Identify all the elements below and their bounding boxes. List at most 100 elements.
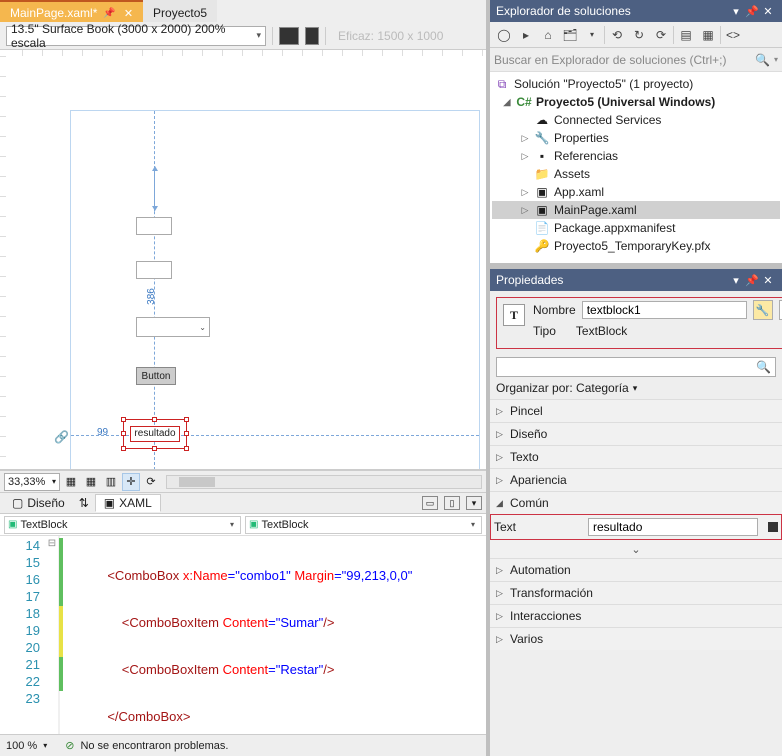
tree-item[interactable]: 🔑Proyecto5_TemporaryKey.pfx [492, 237, 780, 255]
tree-item[interactable]: ▷▣App.xaml [492, 183, 780, 201]
expand-icon[interactable]: ▷ [520, 187, 530, 198]
tab-proyecto5[interactable]: Proyecto5 [143, 0, 217, 22]
artboard[interactable]: ⌄ Button resultado 386 99 [70, 110, 480, 470]
events-button[interactable]: 🔧 [753, 300, 773, 320]
back-icon[interactable]: ◯ [494, 25, 514, 45]
orientation-portrait-button[interactable] [305, 27, 319, 45]
orientation-landscape-button[interactable] [279, 27, 299, 45]
breadcrumb-item[interactable]: ▣ TextBlock ▾ [4, 516, 241, 534]
snap-icon[interactable]: ▥ [102, 473, 120, 491]
snap-lines-icon[interactable]: ✛ [122, 473, 140, 491]
xaml-editor[interactable]: 14151617181920212223 ⊟ <ComboBox x:Name=… [0, 536, 486, 734]
expand-icon[interactable]: ▷ [496, 588, 504, 599]
expand-icon[interactable]: ▷ [496, 475, 504, 486]
chevron-down-icon[interactable]: ▾ [728, 274, 744, 287]
expand-icon[interactable]: ▷ [496, 611, 504, 622]
pane-design-tab[interactable]: ▢ Diseño [4, 495, 73, 511]
combobox[interactable]: ⌄ [136, 317, 210, 337]
code-view-icon[interactable]: <> [723, 25, 743, 45]
solution-tree[interactable]: ⧉ Solución "Proyecto5" (1 proyecto) ◢ C#… [490, 72, 782, 263]
resize-handle[interactable] [121, 417, 126, 422]
breadcrumb-item[interactable]: ▣ TextBlock ▾ [245, 516, 482, 534]
tree-solution[interactable]: ⧉ Solución "Proyecto5" (1 proyecto) [492, 75, 780, 93]
expand-icon[interactable]: ◢ [502, 97, 512, 108]
pin-icon[interactable]: 📌 [103, 8, 115, 19]
grid-icon[interactable]: ▦ [62, 473, 80, 491]
textbox-2[interactable] [136, 261, 172, 279]
refresh-all-icon[interactable]: ⟳ [651, 25, 671, 45]
solution-icon[interactable]: 🗂 [560, 25, 580, 45]
text-input[interactable] [588, 518, 758, 536]
cat-transformacion[interactable]: ▷Transformación [490, 581, 782, 604]
tree-item[interactable]: ▷🔧Properties [492, 129, 780, 147]
close-icon[interactable]: ✕ [760, 5, 776, 18]
grid-icon[interactable]: ▦ [82, 473, 100, 491]
properties-search[interactable]: 🔍 [496, 357, 776, 377]
device-scale-dropdown[interactable]: 13.5" Surface Book (3000 x 2000) 200% es… [6, 26, 266, 46]
expand-icon[interactable]: ▷ [520, 205, 530, 216]
refresh-icon[interactable]: ⟳ [142, 473, 160, 491]
chevron-down-icon[interactable]: ▾ [728, 5, 744, 18]
collapse-pane-button[interactable]: ▾ [466, 496, 482, 510]
tree-item-selected[interactable]: ▷▣MainPage.xaml [492, 201, 780, 219]
expand-more-button[interactable]: ⌄ [490, 540, 782, 558]
expand-icon[interactable]: ▷ [496, 452, 504, 463]
resize-handle[interactable] [121, 431, 126, 436]
cat-texto[interactable]: ▷Texto [490, 445, 782, 468]
expand-icon[interactable]: ▷ [496, 406, 504, 417]
expand-icon[interactable]: ▷ [520, 151, 530, 162]
properties-title[interactable]: Propiedades ▾ 📌 ✕ [490, 269, 782, 291]
pin-icon[interactable]: 📌 [744, 5, 760, 18]
horizontal-scrollbar[interactable] [166, 475, 482, 489]
code-lines[interactable]: <ComboBox x:Name="combo1" Margin="99,213… [60, 536, 412, 734]
cat-pincel[interactable]: ▷Pincel [490, 399, 782, 422]
design-surface[interactable]: ⌄ Button resultado 386 99 🔗 [0, 50, 486, 470]
resize-handle[interactable] [121, 446, 126, 451]
fold-margin[interactable]: ⊟ [46, 536, 60, 734]
close-icon[interactable]: ✕ [124, 7, 133, 20]
textblock-control[interactable]: resultado [130, 426, 180, 442]
show-all-icon[interactable]: ▦ [698, 25, 718, 45]
tree-item[interactable]: ▷▪Referencias [492, 147, 780, 165]
split-horizontal-button[interactable]: ▭ [422, 496, 438, 510]
pane-xaml-tab[interactable]: ▣ XAML [95, 494, 161, 512]
sync-icon[interactable]: ⟲ [607, 25, 627, 45]
tree-item[interactable]: ☁Connected Services [492, 111, 780, 129]
property-marker[interactable] [768, 522, 778, 532]
problems-label[interactable]: No se encontraron problemas. [80, 740, 228, 752]
expand-icon[interactable]: ▷ [496, 565, 504, 576]
resize-handle[interactable] [184, 417, 189, 422]
home-icon[interactable]: ⌂ [538, 25, 558, 45]
chevron-down-icon[interactable]: ▾ [774, 55, 778, 64]
cat-diseno[interactable]: ▷Diseño [490, 422, 782, 445]
tree-project[interactable]: ◢ C# Proyecto5 (Universal Windows) [492, 93, 780, 111]
expand-icon[interactable]: ▷ [520, 133, 530, 144]
chevron-down-icon[interactable]: ▾ [582, 25, 602, 45]
solution-search[interactable]: Buscar en Explorador de soluciones (Ctrl… [490, 48, 782, 72]
zoom-dropdown[interactable]: 33,33%▾ [4, 473, 60, 491]
expand-icon[interactable]: ▷ [496, 429, 504, 440]
collapse-icon[interactable]: ▤ [676, 25, 696, 45]
resize-handle[interactable] [152, 417, 157, 422]
chevron-down-icon[interactable]: ▾ [43, 741, 47, 750]
cat-automation[interactable]: ▷Automation [490, 558, 782, 581]
organize-by[interactable]: Organizar por: Categoría ▾ [490, 379, 782, 399]
collapse-icon[interactable]: ◢ [496, 498, 504, 509]
zoom-level[interactable]: 100 % [6, 740, 37, 752]
forward-icon[interactable]: ▸ [516, 25, 536, 45]
resize-handle[interactable] [184, 431, 189, 436]
split-vertical-button[interactable]: ▯ [444, 496, 460, 510]
tree-item[interactable]: 📄Package.appxmanifest [492, 219, 780, 237]
cat-apariencia[interactable]: ▷Apariencia [490, 468, 782, 491]
close-icon[interactable]: ✕ [760, 274, 776, 287]
expand-icon[interactable]: ▷ [496, 634, 504, 645]
cat-varios[interactable]: ▷Varios [490, 627, 782, 650]
solution-explorer-title[interactable]: Explorador de soluciones ▾ 📌 ✕ [490, 0, 782, 22]
name-input[interactable] [582, 301, 747, 319]
resize-handle[interactable] [184, 446, 189, 451]
scrollbar-thumb[interactable] [179, 477, 215, 487]
pin-icon[interactable]: 📌 [744, 274, 760, 287]
selection-outline[interactable]: resultado [123, 419, 187, 449]
cat-comun[interactable]: ◢Común Text ⌄ [490, 491, 782, 558]
swap-panes-button[interactable]: ⇅ [79, 496, 89, 510]
